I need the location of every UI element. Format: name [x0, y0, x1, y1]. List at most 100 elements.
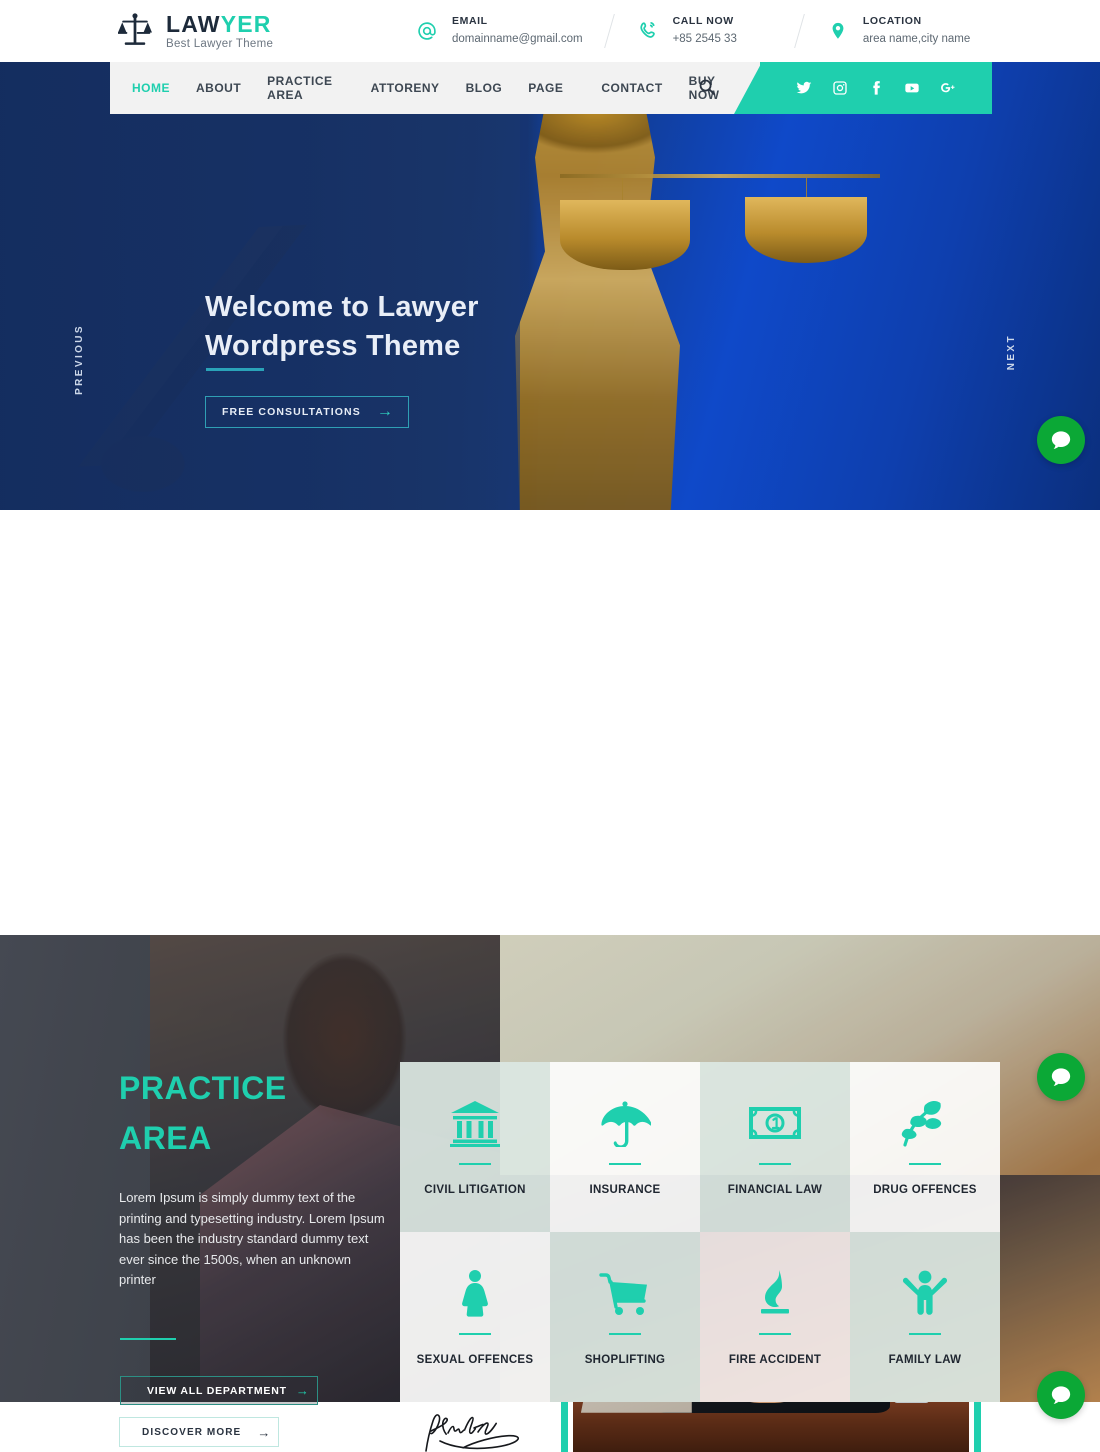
card-divider [909, 1162, 941, 1165]
practice-card-family-law[interactable]: FAMILY LAW [850, 1232, 1000, 1402]
practice-card-shoplifting[interactable]: SHOPLIFTING [550, 1232, 700, 1402]
chat-bubble-icon [1051, 431, 1071, 449]
practice-card-fire-accident[interactable]: FIRE ACCIDENT [700, 1232, 850, 1402]
practice-divider [120, 1338, 176, 1340]
umbrella-icon [599, 1099, 651, 1147]
practice-card-sexual-offences[interactable]: SEXUAL OFFENCES [400, 1232, 550, 1402]
practice-card-label: SHOPLIFTING [584, 1353, 666, 1366]
hero-divider [206, 368, 264, 371]
divider [793, 14, 805, 48]
hero-slider: PREVIOUS NEXT Welcome to Lawyer Wordpres… [0, 62, 1100, 510]
nav-item-home[interactable]: HOME [132, 81, 170, 95]
page-title: LAWYER [166, 12, 273, 36]
contact-location[interactable]: LOCATION area name,city name [826, 15, 970, 47]
phone-call-icon [636, 19, 660, 43]
card-divider [909, 1332, 941, 1335]
practice-body-text: Lorem Ipsum is simply dummy text of the … [119, 1190, 385, 1287]
top-contact-bar: LAWYER Best Lawyer Theme EMAIL domainnam… [0, 0, 1100, 62]
arrow-right-icon: → [295, 1383, 310, 1398]
practice-card-financial-law[interactable]: FINANCIAL LAW [700, 1062, 850, 1232]
bank-columns-icon [449, 1099, 501, 1147]
divider [603, 14, 615, 48]
practice-card-civil-litigation[interactable]: CIVIL LITIGATION [400, 1062, 550, 1232]
free-consultations-button[interactable]: FREE CONSULTATIONS → [205, 396, 409, 428]
flame-icon [749, 1269, 801, 1317]
discover-more-label: DISCOVER MORE [142, 1426, 242, 1438]
practice-area-grid: CIVIL LITIGATION INSURANCE FINANCIAL LAW… [400, 1062, 1000, 1402]
google-plus-icon[interactable] [940, 80, 956, 96]
main-navigation: HOME ABOUT PRACTICE AREA ATTORENY BLOG P… [110, 62, 992, 114]
card-divider [459, 1332, 491, 1335]
scales-of-justice-icon [113, 13, 152, 49]
contact-email-title: EMAIL [452, 15, 488, 28]
nav-item-about[interactable]: ABOUT [196, 81, 241, 95]
social-links [760, 62, 992, 114]
nav-item-contact[interactable]: CONTACT [601, 81, 662, 95]
child-figure-icon [899, 1269, 951, 1317]
hero-heading: Welcome to Lawyer Wordpress Theme [205, 288, 479, 365]
female-figure-icon [449, 1269, 501, 1317]
practice-card-label: CIVIL LITIGATION [424, 1183, 526, 1196]
slider-prev-button[interactable]: PREVIOUS [74, 324, 85, 395]
leaf-branch-icon [899, 1099, 951, 1147]
practice-card-label: FINANCIAL LAW [727, 1183, 823, 1196]
signature-image [418, 1405, 538, 1452]
arrow-right-icon: → [257, 1424, 272, 1440]
practice-heading-line2: AREA [119, 1119, 212, 1156]
nav-item-practice-area[interactable]: PRACTICE AREA [267, 74, 345, 102]
location-pin-icon [826, 19, 850, 43]
contact-email[interactable]: EMAIL domainname@gmail.com [415, 15, 583, 47]
hero-heading-line1: Welcome to Lawyer [205, 291, 479, 323]
practice-card-label: INSURANCE [589, 1183, 661, 1196]
card-divider [759, 1332, 791, 1335]
practice-heading: PRACTICE AREA [119, 1064, 287, 1163]
hero-heading-line2: Wordpress Theme [205, 329, 461, 362]
practice-card-insurance[interactable]: INSURANCE [550, 1062, 700, 1232]
chat-bubble-icon [1051, 1386, 1071, 1404]
nav-item-blog[interactable]: BLOG [466, 81, 503, 95]
banknote-icon [749, 1099, 801, 1147]
discover-more-button[interactable]: DISCOVER MORE → [119, 1417, 279, 1447]
brand-title-dark: LAW [166, 10, 221, 37]
card-divider [609, 1332, 641, 1335]
brand-title-accent: YER [220, 10, 272, 37]
at-sign-icon [415, 19, 439, 43]
chat-widget-button[interactable] [1037, 1053, 1085, 1101]
nav-menu: HOME ABOUT PRACTICE AREA ATTORENY BLOG P… [110, 62, 760, 114]
instagram-icon[interactable] [832, 80, 848, 96]
nav-item-attoreny[interactable]: ATTORENY [371, 81, 440, 95]
contact-location-title: LOCATION [862, 15, 922, 28]
practice-card-label: SEXUAL OFFENCES [416, 1353, 534, 1366]
nav-item-page[interactable]: PAGE [528, 81, 563, 95]
practice-card-label: FAMILY LAW [888, 1353, 962, 1366]
facebook-icon[interactable] [868, 80, 884, 96]
contact-phone-value: +85 2545 33 [672, 32, 737, 45]
card-divider [759, 1162, 791, 1165]
contact-list: EMAIL domainname@gmail.com CALL NOW +85 … [333, 14, 1100, 48]
slider-next-button[interactable]: NEXT [1006, 334, 1017, 370]
card-divider [459, 1162, 491, 1165]
contact-location-value: area name,city name [862, 32, 971, 45]
card-divider [609, 1162, 641, 1165]
practice-heading-line1: PRACTICE [119, 1070, 287, 1106]
chat-widget-button[interactable] [1037, 416, 1085, 464]
brand-subtitle: Best Lawyer Theme [166, 38, 274, 51]
search-icon[interactable] [698, 78, 716, 96]
contact-phone[interactable]: CALL NOW +85 2545 33 [636, 15, 737, 47]
practice-card-drug-offences[interactable]: DRUG OFFENCES [850, 1062, 1000, 1232]
arrow-right-icon: → [376, 403, 394, 420]
view-all-department-button[interactable]: VIEW ALL DEPARTMENT → [120, 1376, 318, 1405]
hero-cta-label: FREE CONSULTATIONS [222, 406, 361, 418]
youtube-icon[interactable] [904, 80, 920, 96]
twitter-icon[interactable] [796, 80, 812, 96]
practice-card-label: DRUG OFFENCES [873, 1183, 977, 1196]
view-all-department-label: VIEW ALL DEPARTMENT [147, 1384, 287, 1397]
about-company-section: ABOUT COMPANY Lorem Ipsum is simply dumm… [0, 510, 1100, 1452]
shopping-cart-icon [599, 1269, 651, 1317]
brand-logo[interactable]: LAWYER Best Lawyer Theme [113, 12, 333, 51]
chat-bubble-icon [1051, 1068, 1071, 1086]
contact-phone-title: CALL NOW [672, 15, 734, 28]
practice-card-label: FIRE ACCIDENT [728, 1353, 822, 1366]
chat-widget-button[interactable] [1037, 1371, 1085, 1419]
contact-email-value: domainname@gmail.com [452, 32, 583, 45]
